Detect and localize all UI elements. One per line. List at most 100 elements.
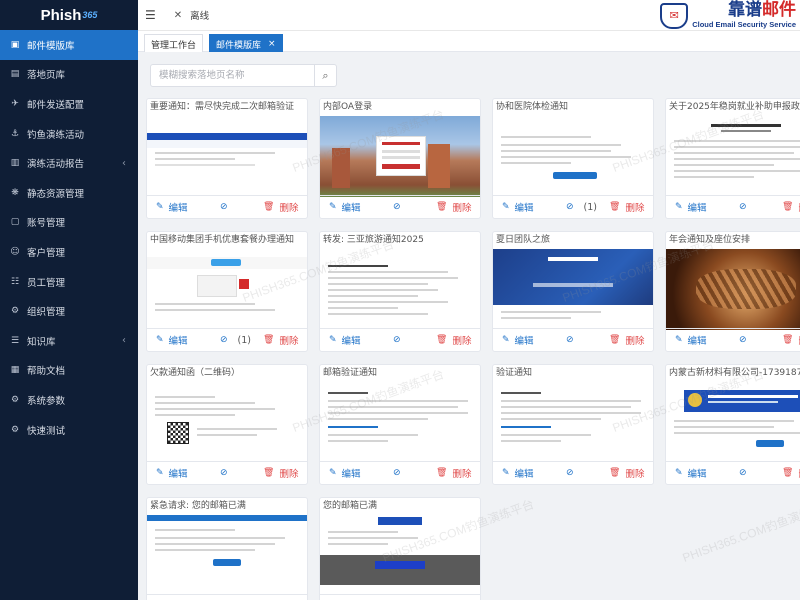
template-preview[interactable] bbox=[666, 382, 800, 463]
card-actions: ✎ 编辑 ⊘ (1) 🗑 删除 bbox=[493, 195, 653, 218]
delete-button[interactable]: 🗑删除 bbox=[782, 200, 800, 214]
chevron-left-icon[interactable]: ‹ bbox=[122, 158, 126, 169]
template-preview[interactable] bbox=[147, 116, 307, 197]
delete-button[interactable]: 🗑删除 bbox=[263, 200, 298, 214]
hook-icon: ⚓ bbox=[10, 128, 20, 139]
template-card[interactable]: 邮箱验证通知 ✎ 编辑 ⊘ 🗑 删除 bbox=[319, 364, 481, 485]
template-preview[interactable] bbox=[320, 116, 480, 197]
edit-button[interactable]: ✎ 编辑 bbox=[675, 200, 707, 214]
sidebar-item-resource[interactable]: ❋ 静态资源管理 bbox=[0, 178, 138, 208]
edit-button[interactable]: ✎ 编辑 bbox=[156, 200, 188, 214]
template-card[interactable]: 转发: 三亚旅游通知2025 ✎ 编辑 ⊘ 🗑 删除 bbox=[319, 231, 481, 352]
edit-button[interactable]: ✎ 编辑 bbox=[502, 333, 534, 347]
delete-button[interactable]: 🗑删除 bbox=[436, 466, 471, 480]
attachment-button[interactable]: ⊘ (1) bbox=[220, 335, 251, 346]
delete-button[interactable]: 🗑删除 bbox=[263, 466, 298, 480]
template-card[interactable]: 欠款通知函（二维码） ✎ 编辑 ⊘ 🗑 删除 bbox=[146, 364, 308, 485]
template-card[interactable]: 中国移动集团手机优惠套餐办理通知 ✎ 编辑 ⊘ (1) 🗑 删除 bbox=[146, 231, 308, 352]
search-input[interactable] bbox=[151, 65, 314, 86]
template-card[interactable]: 紧急请求: 您的邮箱已满 ✎编辑 ⊘ 🗑删除 bbox=[146, 497, 308, 600]
template-preview[interactable] bbox=[666, 249, 800, 330]
sidebar-item-help-doc[interactable]: ▦ 帮助文档 bbox=[0, 356, 138, 386]
edit-button[interactable]: ✎ 编辑 bbox=[502, 466, 534, 480]
attachment-button[interactable]: ⊘ bbox=[739, 202, 757, 212]
menu-toggle-icon[interactable]: ☰ bbox=[145, 8, 156, 22]
logo-text: Phish bbox=[40, 6, 82, 24]
sidebar-item-account[interactable]: ▢ 账号管理 bbox=[0, 208, 138, 238]
edit-label: 编辑 bbox=[341, 203, 361, 214]
template-card[interactable]: 验证通知 ✎ 编辑 ⊘ 🗑 删除 bbox=[492, 364, 654, 485]
template-preview[interactable] bbox=[147, 515, 307, 596]
edit-button[interactable]: ✎ 编辑 bbox=[329, 333, 361, 347]
delete-button[interactable]: 🗑删除 bbox=[609, 200, 644, 214]
template-card[interactable]: 重要通知：需尽快完成二次邮箱验证 ✎ 编辑 ⊘ 🗑 删除 bbox=[146, 98, 308, 219]
sidebar: Phish 365 ▣ 邮件模版库 ▤ 落地页库 ✈ 邮件发送配置 ⚓ 钓鱼演练活… bbox=[0, 0, 138, 600]
sidebar-item-send-config[interactable]: ✈ 邮件发送配置 bbox=[0, 89, 138, 119]
edit-label: 编辑 bbox=[514, 469, 534, 480]
template-card[interactable]: 协和医院体检通知 ✎ 编辑 ⊘ (1) 🗑 删除 bbox=[492, 98, 654, 219]
template-preview[interactable] bbox=[666, 116, 800, 197]
template-preview[interactable] bbox=[493, 116, 653, 197]
template-preview[interactable] bbox=[320, 249, 480, 330]
sidebar-item-quick-test[interactable]: ⚙ 快速测试 bbox=[0, 415, 138, 445]
template-preview[interactable] bbox=[320, 382, 480, 463]
chevron-left-icon[interactable]: ‹ bbox=[122, 335, 126, 346]
delete-button[interactable]: 🗑删除 bbox=[609, 466, 644, 480]
sidebar-item-mail-template[interactable]: ▣ 邮件模版库 bbox=[0, 30, 138, 60]
template-preview[interactable] bbox=[147, 382, 307, 463]
template-preview[interactable] bbox=[320, 515, 480, 596]
attachment-button[interactable]: ⊘ bbox=[393, 202, 411, 212]
attachment-button[interactable]: ⊘ (1) bbox=[566, 202, 597, 213]
attachment-button[interactable]: ⊘ bbox=[739, 335, 757, 345]
attachment-button[interactable]: ⊘ bbox=[393, 468, 411, 478]
attachment-button[interactable]: ⊘ bbox=[566, 335, 584, 345]
template-card[interactable]: 关于2025年稳岗就业补助申报政策发放 ✎ 编辑 ⊘ 🗑删除 bbox=[665, 98, 800, 219]
sidebar-item-label: 邮件模版库 bbox=[27, 40, 75, 52]
sidebar-item-system-params[interactable]: ⚙ 系统参数 bbox=[0, 385, 138, 415]
edit-button[interactable]: ✎ 编辑 bbox=[156, 333, 188, 347]
edit-button[interactable]: ✎ 编辑 bbox=[329, 200, 361, 214]
sidebar-item-knowledge[interactable]: ☰ 知识库 ‹ bbox=[0, 326, 138, 356]
card-actions: ✎编辑 ⊘ 🗑删除 bbox=[147, 594, 307, 600]
template-preview[interactable] bbox=[493, 382, 653, 463]
app-logo[interactable]: Phish 365 bbox=[0, 0, 138, 30]
template-card[interactable]: 内蒙古新材料有限公司-17391871​5 ✎ 编辑 ⊘ 🗑删除 bbox=[665, 364, 800, 485]
tab-label: 邮件模版库 bbox=[216, 40, 262, 51]
delete-button[interactable]: 🗑删除 bbox=[436, 200, 471, 214]
delete-button[interactable]: 🗑删除 bbox=[436, 333, 471, 347]
template-preview[interactable] bbox=[147, 249, 307, 330]
resource-icon: ❋ bbox=[11, 187, 19, 198]
delete-button[interactable]: 🗑删除 bbox=[782, 333, 800, 347]
sidebar-item-landing-page[interactable]: ▤ 落地页库 bbox=[0, 60, 138, 90]
edit-button[interactable]: ✎ 编辑 bbox=[675, 466, 707, 480]
edit-button[interactable]: ✎ 编辑 bbox=[675, 333, 707, 347]
template-preview[interactable] bbox=[493, 249, 653, 330]
search-icon[interactable]: ⌕ bbox=[314, 65, 336, 86]
sidebar-item-organization[interactable]: ⚙ 组织管理 bbox=[0, 296, 138, 326]
delete-button[interactable]: 🗑删除 bbox=[263, 333, 298, 347]
close-icon[interactable]: × bbox=[268, 39, 276, 49]
delete-button[interactable]: 🗑删除 bbox=[609, 333, 644, 347]
edit-button[interactable]: ✎ 编辑 bbox=[502, 200, 534, 214]
tab-mail-template[interactable]: 邮件模版库 × bbox=[209, 34, 283, 53]
attachment-button[interactable]: ⊘ bbox=[220, 202, 238, 212]
edit-button[interactable]: ✎ 编辑 bbox=[156, 466, 188, 480]
template-card[interactable]: 内部OA登录 ✎ 编辑 ⊘ 🗑 删除 bbox=[319, 98, 481, 219]
sidebar-item-label: 快速测试 bbox=[27, 425, 66, 437]
template-card[interactable]: 夏日团队之旅 ✎ 编辑 ⊘ 🗑 删除 bbox=[492, 231, 654, 352]
template-card[interactable]: 您的邮箱已满 ✎编辑 ⊘ 🗑删除 bbox=[319, 497, 481, 600]
sidebar-item-employee[interactable]: ☷ 员工管理 bbox=[0, 267, 138, 297]
sidebar-item-report[interactable]: ▥ 演练活动报告 ‹ bbox=[0, 148, 138, 178]
template-card[interactable]: 年会通知及座位安排 ✎ 编辑 ⊘ 🗑删除 bbox=[665, 231, 800, 352]
attachment-button[interactable]: ⊘ bbox=[566, 468, 584, 478]
delete-button[interactable]: 🗑删除 bbox=[782, 466, 800, 480]
attachment-button[interactable]: ⊘ bbox=[393, 335, 411, 345]
tab-dashboard[interactable]: 管理工作台 bbox=[144, 34, 204, 53]
attachment-count: (1) bbox=[583, 201, 598, 213]
edit-button[interactable]: ✎ 编辑 bbox=[329, 466, 361, 480]
card-actions: ✎编辑 ⊘ 🗑删除 bbox=[320, 195, 480, 218]
attachment-button[interactable]: ⊘ bbox=[220, 468, 238, 478]
sidebar-item-hook[interactable]: ⚓ 钓鱼演练活动 bbox=[0, 119, 138, 149]
sidebar-item-customer[interactable]: ☺ 客户管理 bbox=[0, 237, 138, 267]
attachment-button[interactable]: ⊘ bbox=[739, 468, 757, 478]
